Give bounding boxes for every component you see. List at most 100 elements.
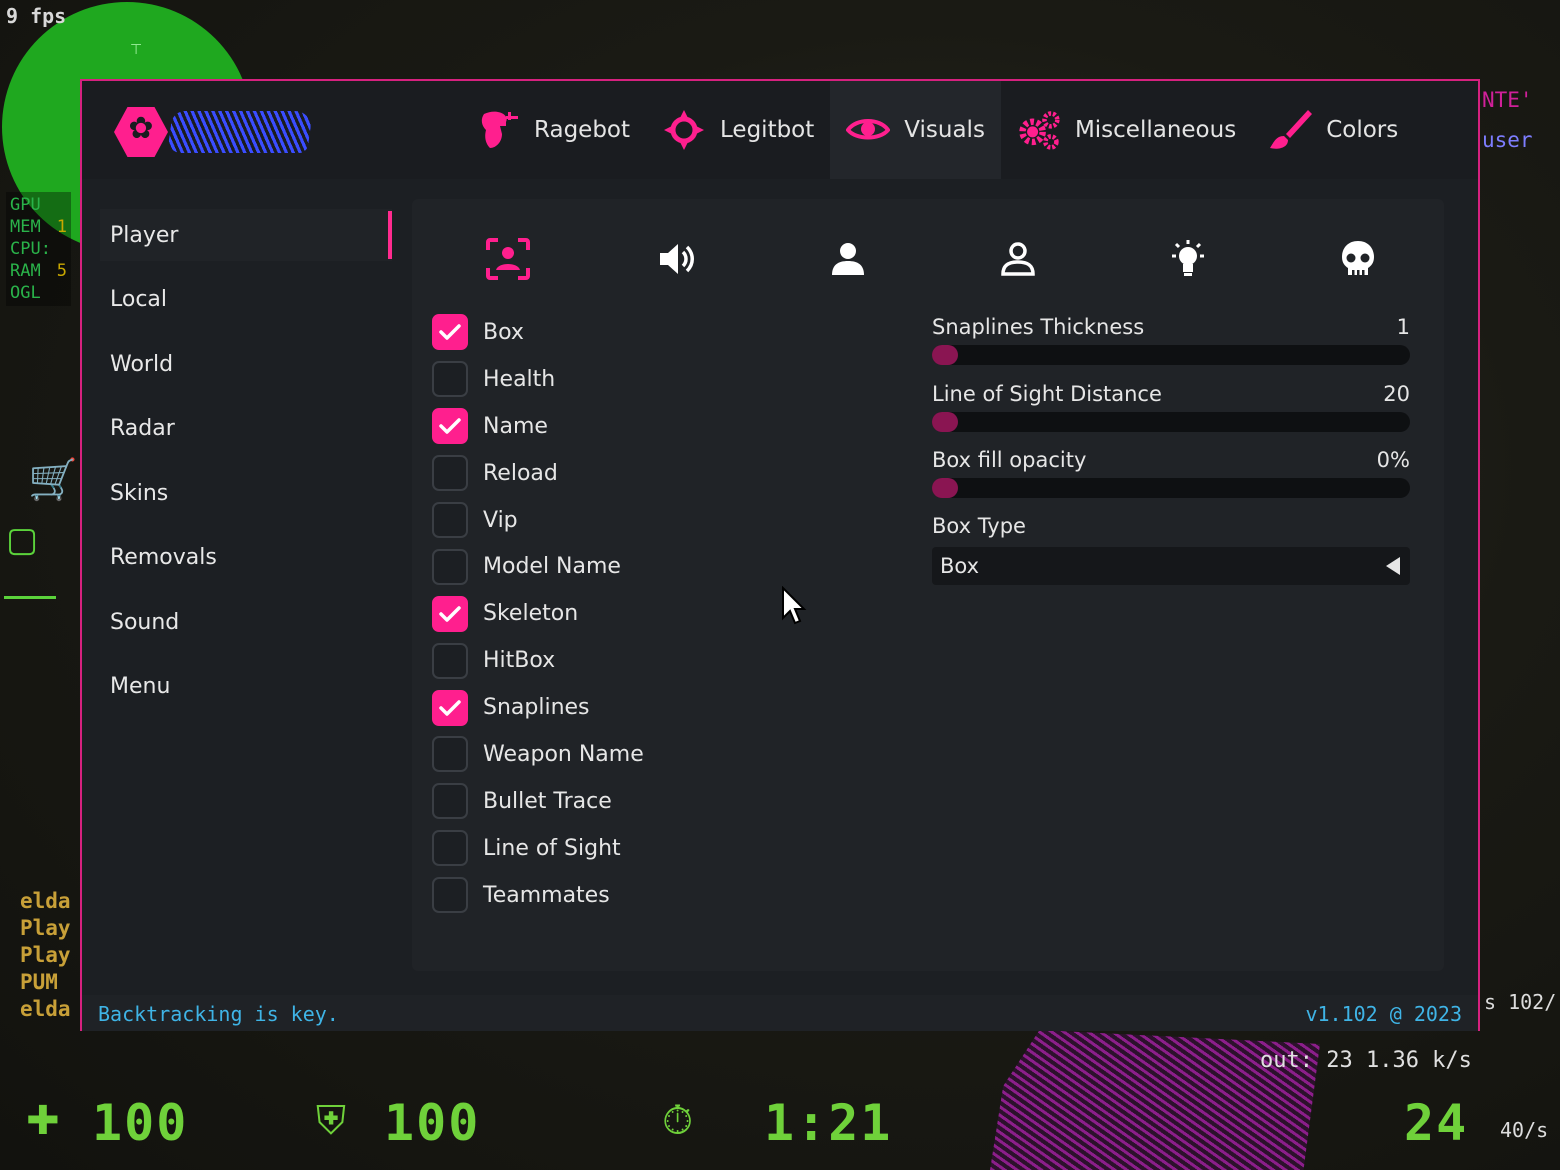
subtab-enemy[interactable] [818,229,878,289]
sidebar-item-sound[interactable]: Sound [100,596,392,648]
esp-sliders: Snaplines Thickness 1 Line of Sight Dista… [932,311,1410,585]
sidebar-item-skins[interactable]: Skins [100,467,392,519]
subtab-team[interactable] [988,229,1048,289]
slider-fill [932,478,958,498]
checkbox-row-hitbox[interactable]: HitBox [432,637,644,684]
hud-round-time: 1:21 [764,1094,893,1152]
subtab-glow[interactable] [1158,229,1218,289]
esp-checkbox-list: Box Health Name Reload Vip Model Name Skeleton… [432,309,644,919]
checkbox[interactable] [432,736,468,773]
checkbox-row-box[interactable]: Box [432,309,644,356]
settings-panel: Box Health Name Reload Vip Model Name Skeleton… [412,199,1444,971]
net-stats: s 102/ [1484,990,1557,1014]
person-filled-icon [832,243,864,275]
checkbox-row-name[interactable]: Name [432,403,644,450]
checkbox-row-health[interactable]: Health [432,356,644,403]
checkbox-row-teammates[interactable]: Teammates [432,872,644,919]
hud-divider [4,596,56,599]
crosshair-icon [662,108,706,152]
box-type-dropdown[interactable]: Box [932,546,1410,585]
checkbox-label: Box [483,319,524,345]
sidebar-item-label: World [110,351,174,377]
checkbox[interactable] [432,408,468,445]
perf-mem-value: 1 [56,217,67,237]
checkbox[interactable] [432,361,468,398]
killfeed-line: elda [20,997,71,1021]
checkbox[interactable] [432,455,468,492]
checkbox-row-snaplines[interactable]: Snaplines [432,684,644,731]
checkbox[interactable] [432,689,468,726]
chat-killfeed: elda Play Play PUM elda [20,888,71,1023]
slider-track[interactable] [932,411,1410,432]
subtab-face-scan[interactable] [478,229,538,289]
sidebar-item-world[interactable]: World [100,338,392,390]
person-outline-icon [1001,242,1035,276]
checkbox-row-line-of-sight[interactable]: Line of Sight [432,825,644,872]
sidebar-item-label: Radar [110,416,175,441]
logo-flower-icon: ✿ [114,107,168,157]
ragebot-icon [476,108,520,152]
slider-label: Line of Sight Distance [932,381,1162,406]
hud-rate: 40/s [1500,1118,1549,1142]
checkbox[interactable] [432,830,468,867]
checkbox-label: Model Name [483,554,621,580]
tab-legitbot[interactable]: Legitbot [646,81,830,179]
health-cross-icon: ✚ [26,1098,60,1144]
sidebar-item-menu[interactable]: Menu [100,661,392,713]
sidebar-item-removals[interactable]: Removals [100,532,392,584]
killfeed-line: Play [20,916,71,940]
subtab-dead[interactable] [1328,229,1388,289]
cheat-menu-window: ✿ Ragebot Legitbot Visuals Miscellaneous… [80,79,1480,1031]
checkbox-row-weapon-name[interactable]: Weapon Name [432,731,644,778]
tab-colors[interactable]: Colors [1252,81,1414,179]
checkbox-row-reload[interactable]: Reload [432,450,644,497]
checkbox[interactable] [432,548,468,585]
brush-icon [1268,108,1313,152]
tab-miscellaneous[interactable]: Miscellaneous [1001,81,1252,179]
checkbox-label: Skeleton [483,601,579,627]
checkbox[interactable] [432,595,468,632]
tab-ragebot[interactable]: Ragebot [460,81,646,179]
slider-fill [932,345,958,365]
slider-label: Box fill opacity [932,448,1087,472]
checkbox[interactable] [432,783,468,820]
perf-overlay: GPU MEM 1 CPU: RAM 5 OGL [6,192,71,306]
checkbox[interactable] [432,314,468,351]
killfeed-line: PUM [20,970,58,994]
checkbox[interactable] [432,642,468,679]
checkbox[interactable] [432,502,468,538]
sidebar-item-radar[interactable]: Radar [100,403,392,455]
esp-subtabs [412,229,1444,289]
tab-label: Miscellaneous [1074,117,1237,143]
checkbox-row-bullet-trace[interactable]: Bullet Trace [432,778,644,825]
sidebar-item-label: Player [110,222,179,248]
sidebar-item-player[interactable]: Player [100,209,392,261]
tab-visuals[interactable]: Visuals [830,81,1001,179]
sidebar-item-label: Removals [110,545,217,570]
checkbox-label: Bullet Trace [483,788,612,814]
lightbulb-icon [1172,240,1204,276]
checkbox-label: Vip [483,507,518,533]
gears-icon [1017,108,1061,152]
checkbox-row-vip[interactable]: Vip [432,497,644,544]
perf-ogl-label: OGL [10,283,41,303]
slider-track[interactable] [932,478,1410,498]
sidebar-item-label: Local [110,287,168,312]
bomb-icon: ▢ [6,520,39,560]
perf-ram-label: RAM [10,261,41,281]
subtab-sound[interactable] [648,229,708,289]
hud-health: 100 [92,1094,189,1152]
fps-counter: 9 fps [6,4,67,28]
checkbox-row-model-name[interactable]: Model Name [432,543,644,590]
slider-track[interactable] [932,345,1410,365]
main-tabs: Ragebot Legitbot Visuals Miscellaneous C… [460,81,1414,179]
checkbox-row-skeleton[interactable]: Skeleton [432,590,644,637]
checkmark-icon [439,606,461,622]
slider-value: 20 [1383,381,1410,406]
checkbox-label: Line of Sight [483,835,621,861]
footer-version: v1.102 @ 2023 [1305,1002,1462,1026]
checkbox[interactable] [432,877,468,914]
tab-label: Visuals [904,117,985,143]
sidebar-item-local[interactable]: Local [100,274,392,326]
killfeed-line: elda [20,889,71,913]
